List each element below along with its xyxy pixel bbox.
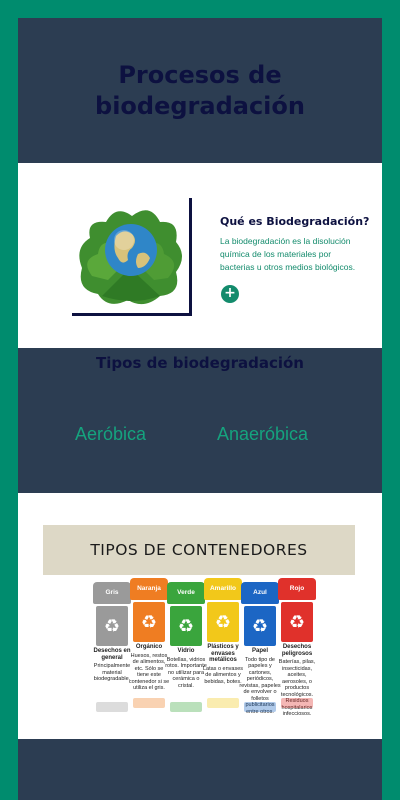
recycling-bin-gris: Gris ♻ Desechos en general Principalmente m… [93,582,131,712]
intro-text: La biodegradación es la disolución quími… [220,236,356,272]
recycling-bin-amarillo: Amarillo ♻ Plásticos y envases metálicos La… [202,578,244,708]
bin-base [96,702,128,712]
recycle-icon: ♻ [207,602,239,642]
anaerobic-link[interactable]: Anaeróbica [217,424,308,445]
bin-lid-label: Verde [167,582,205,604]
bin-lid-label: Naranja [130,578,168,600]
recycle-icon: ♻ [170,606,202,646]
bins-infographic: TIPOS DE CONTENEDORES Gris ♻ Desechos en g… [43,525,355,715]
bins-banner: TIPOS DE CONTENEDORES [43,525,355,575]
recycle-icon: ♻ [281,602,313,642]
globe-leaves-illustration [79,210,182,305]
bin-base [170,702,202,712]
recycle-icon: ♻ [96,606,128,646]
bin-base [133,698,165,708]
footer-band [18,739,382,800]
expand-plus-button[interactable]: + [221,285,239,303]
bin-base [207,698,239,708]
bin-description: Vidrio Botellas, vidrios rotos. Important… [165,648,207,689]
bin-description: Desechos en general Principalmente materi… [93,648,131,682]
bin-description: Plásticos y envases metálicos Latas o env… [202,644,244,685]
bin-lid-label: Amarillo [204,578,242,600]
bin-lid-label: Rojo [278,578,316,600]
recycle-icon: ♻ [244,606,276,646]
recycling-bin-azul: Azul ♻ Papel Todo tipo de papeles y cartone… [239,582,281,715]
page-title: Procesos de biodegradación [95,60,305,120]
header-section: Procesos de biodegradación [18,18,382,163]
recycling-bin-naranja: Naranja ♻ Orgánico Huesos, restos de alimen… [128,578,170,708]
bins-banner-title: TIPOS DE CONTENEDORES [90,541,308,559]
types-title: Tipos de biodegradación [96,354,304,372]
intro-title: Qué es Biodegradación? [220,215,370,228]
aerobic-link[interactable]: Aeróbica [75,424,146,445]
recycling-bin-verde: Verde ♻ Vidrio Botellas, vidrios rotos. Imp… [165,582,207,712]
bin-lid-label: Gris [93,582,131,604]
bin-base [244,702,276,712]
bin-description: Orgánico Huesos, restos de alimentos, etc… [128,644,170,691]
bin-base [281,698,313,708]
types-section: Tipos de biodegradación Aeróbica Anaerób… [18,348,382,493]
bin-lid-label: Azul [241,582,279,604]
intro-card: Qué es Biodegradación? La biodegradación… [18,163,382,348]
recycle-icon: ♻ [133,602,165,642]
page-frame: Procesos de biodegradación Qué es Biodeg… [18,18,382,800]
bins-card: TIPOS DE CONTENEDORES Gris ♻ Desechos en g… [18,493,382,739]
recycling-bin-rojo: Rojo ♻ Desechos peligrosos Baterías, pilas,… [278,578,316,715]
globe-image [72,198,192,316]
